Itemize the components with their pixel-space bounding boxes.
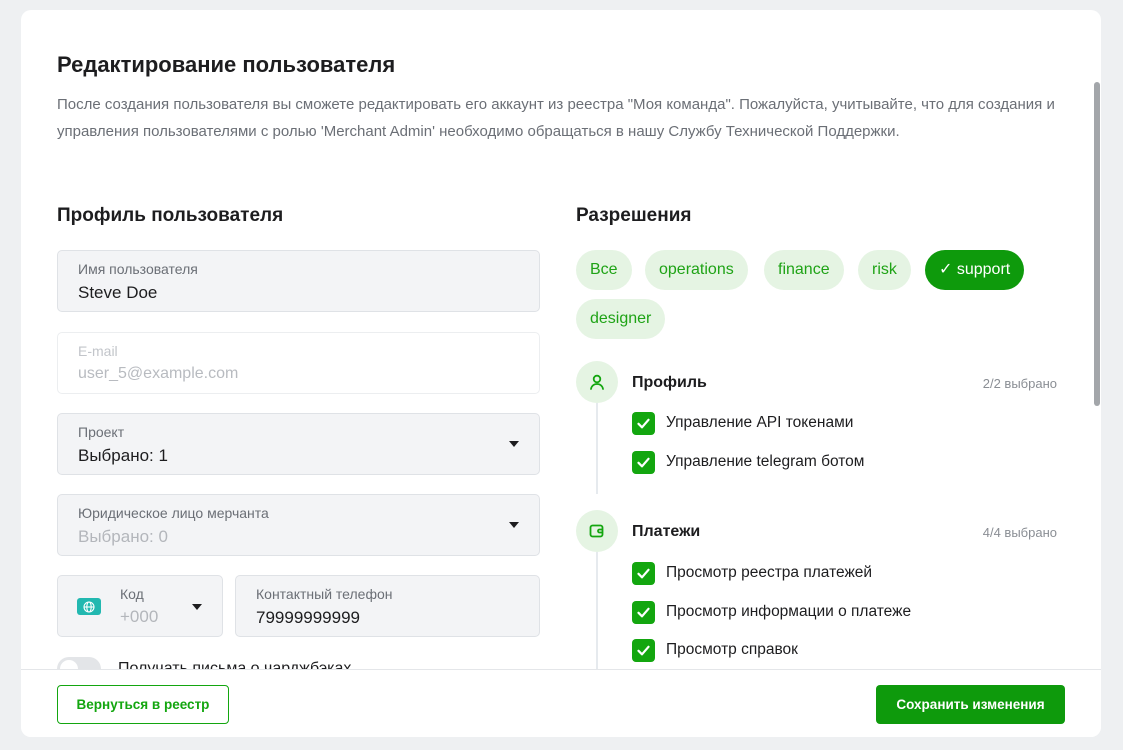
phone-label: Контактный телефон [256, 586, 393, 602]
chip-all[interactable]: Все [576, 250, 632, 290]
permission-label: Управление telegram ботом [666, 453, 865, 470]
checkbox-checked-icon[interactable] [632, 450, 655, 474]
scrollbar[interactable] [1093, 10, 1101, 669]
permission-item[interactable]: Просмотр справок [632, 638, 798, 662]
permission-label: Управление API токенами [666, 414, 854, 431]
chevron-down-icon[interactable] [509, 522, 519, 528]
group-title-payments: Платежи [632, 523, 701, 540]
checkbox-checked-icon[interactable] [632, 638, 655, 662]
checkbox-checked-icon[interactable] [632, 600, 655, 624]
checkbox-checked-icon[interactable] [632, 411, 655, 435]
chevron-down-icon[interactable] [192, 604, 202, 610]
permission-label: Просмотр справок [666, 641, 798, 658]
project-label: Проект [78, 424, 125, 440]
permission-label: Просмотр информации о платеже [666, 603, 912, 620]
phone-code-value: +000 [120, 607, 159, 626]
permission-item[interactable]: Управление telegram ботом [632, 450, 864, 474]
permissions-section-title: Разрешения [576, 205, 692, 226]
username-field[interactable]: Имя пользователя Steve Doe [57, 250, 540, 312]
permission-label: Просмотр реестра платежей [666, 564, 873, 581]
page-title: Редактирование пользователя [57, 52, 396, 77]
modal-content: Редактирование пользователя После создан… [21, 10, 1101, 669]
chip-support[interactable]: ✓ support [925, 250, 1025, 290]
phone-code-label: Код [120, 586, 144, 602]
user-icon [576, 361, 618, 403]
project-value: Выбрано: 1 [78, 446, 168, 465]
permission-item[interactable]: Просмотр информации о платеже [632, 600, 911, 624]
chip-designer[interactable]: designer [576, 299, 666, 339]
toggle-knob [60, 660, 78, 669]
email-value: user_5@example.com [78, 365, 239, 382]
username-value[interactable]: Steve Doe [78, 283, 157, 303]
chip-operations[interactable]: operations [645, 250, 748, 290]
chevron-down-icon[interactable] [509, 441, 519, 447]
chargeback-toggle-label: Получать письма о чарджбэках [118, 660, 352, 669]
phone-field[interactable]: Контактный телефон 79999999999 [235, 575, 540, 637]
legal-entity-select[interactable]: Юридическое лицо мерчанта Выбрано: 0 [57, 494, 540, 556]
group-connector-line [596, 552, 598, 669]
group-title-profile: Профиль [632, 374, 707, 391]
group-connector-line [596, 403, 598, 494]
legal-entity-value: Выбрано: 0 [78, 527, 168, 546]
permission-item[interactable]: Управление API токенами [632, 411, 853, 435]
email-label: E-mail [78, 343, 118, 359]
modal-footer: Вернуться в реестр Сохранить изменения [21, 669, 1101, 737]
chip-risk[interactable]: risk [858, 250, 911, 290]
project-select[interactable]: Проект Выбрано: 1 [57, 413, 540, 475]
chargeback-toggle[interactable] [57, 657, 101, 669]
phone-code-select[interactable]: Код +000 [57, 575, 223, 637]
edit-user-modal: Редактирование пользователя После создан… [21, 10, 1101, 737]
profile-section-title: Профиль пользователя [57, 205, 284, 226]
permission-item[interactable]: Просмотр реестра платежей [632, 561, 872, 585]
save-changes-button[interactable]: Сохранить изменения [876, 685, 1065, 724]
globe-icon [77, 598, 101, 615]
scrollbar-thumb[interactable] [1094, 82, 1100, 406]
group-count-profile: 2/2 выбрано [982, 376, 1057, 391]
wallet-icon [576, 510, 618, 552]
group-count-payments: 4/4 выбрано [982, 525, 1057, 540]
checkbox-checked-icon[interactable] [632, 561, 655, 585]
back-to-registry-button[interactable]: Вернуться в реестр [57, 685, 229, 724]
phone-value[interactable]: 79999999999 [256, 608, 360, 628]
email-field: E-mail user_5@example.com [57, 332, 540, 394]
chip-finance[interactable]: finance [764, 250, 844, 290]
username-label: Имя пользователя [78, 261, 198, 277]
page-description: После создания пользователя вы сможете р… [57, 96, 1055, 140]
legal-entity-label: Юридическое лицо мерчанта [78, 505, 269, 521]
